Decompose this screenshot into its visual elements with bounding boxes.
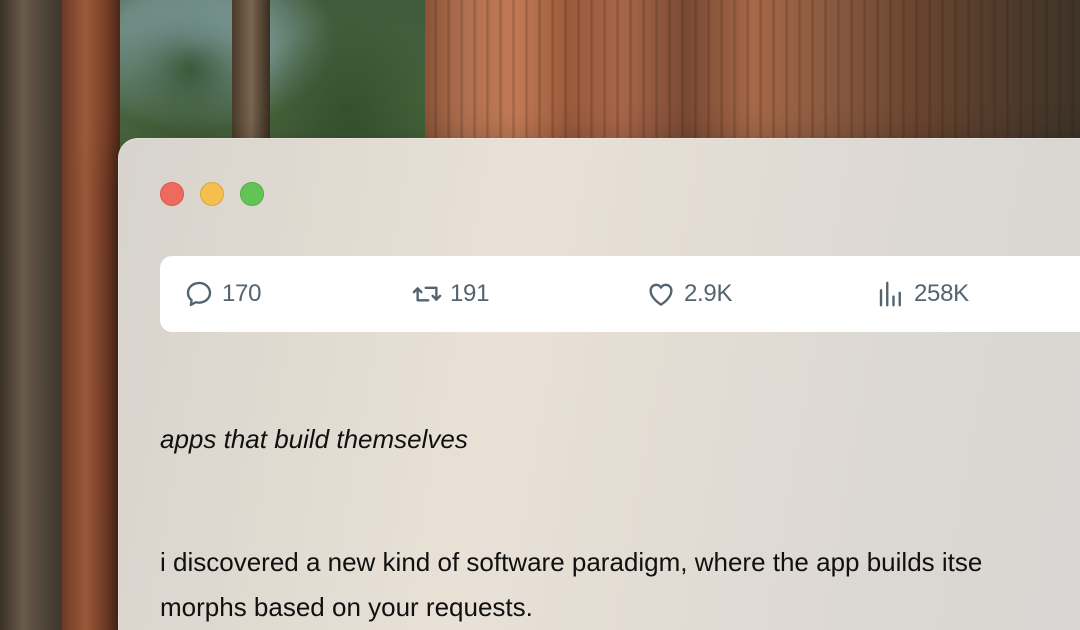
post-body-line: morphs based on your requests. (160, 592, 533, 622)
app-window: 170 191 2.9K 258K apps that build themse… (118, 138, 1080, 630)
post-body: i discovered a new kind of software para… (160, 540, 1080, 630)
reply-count: 170 (222, 280, 262, 307)
post-body-line: i discovered a new kind of software para… (160, 547, 983, 577)
like-icon (649, 283, 673, 306)
zoom-window-button[interactable] (240, 182, 264, 206)
views-count: 258K (914, 280, 969, 307)
retweet-button[interactable]: 191 (412, 256, 489, 332)
tree-trunk (62, 0, 120, 630)
post-headline: apps that build themselves (160, 424, 468, 454)
reply-icon (186, 281, 212, 307)
retweet-icon (412, 286, 442, 302)
views-icon (879, 281, 901, 307)
views-button[interactable]: 258K (876, 256, 969, 332)
minimize-window-button[interactable] (200, 182, 224, 206)
window-controls (160, 182, 264, 206)
reply-button[interactable]: 170 (184, 256, 261, 332)
retweet-count: 191 (450, 280, 490, 307)
post-action-bar: 170 191 2.9K 258K (160, 256, 1080, 332)
like-count: 2.9K (684, 280, 733, 307)
like-button[interactable]: 2.9K (646, 256, 732, 332)
close-window-button[interactable] (160, 182, 184, 206)
